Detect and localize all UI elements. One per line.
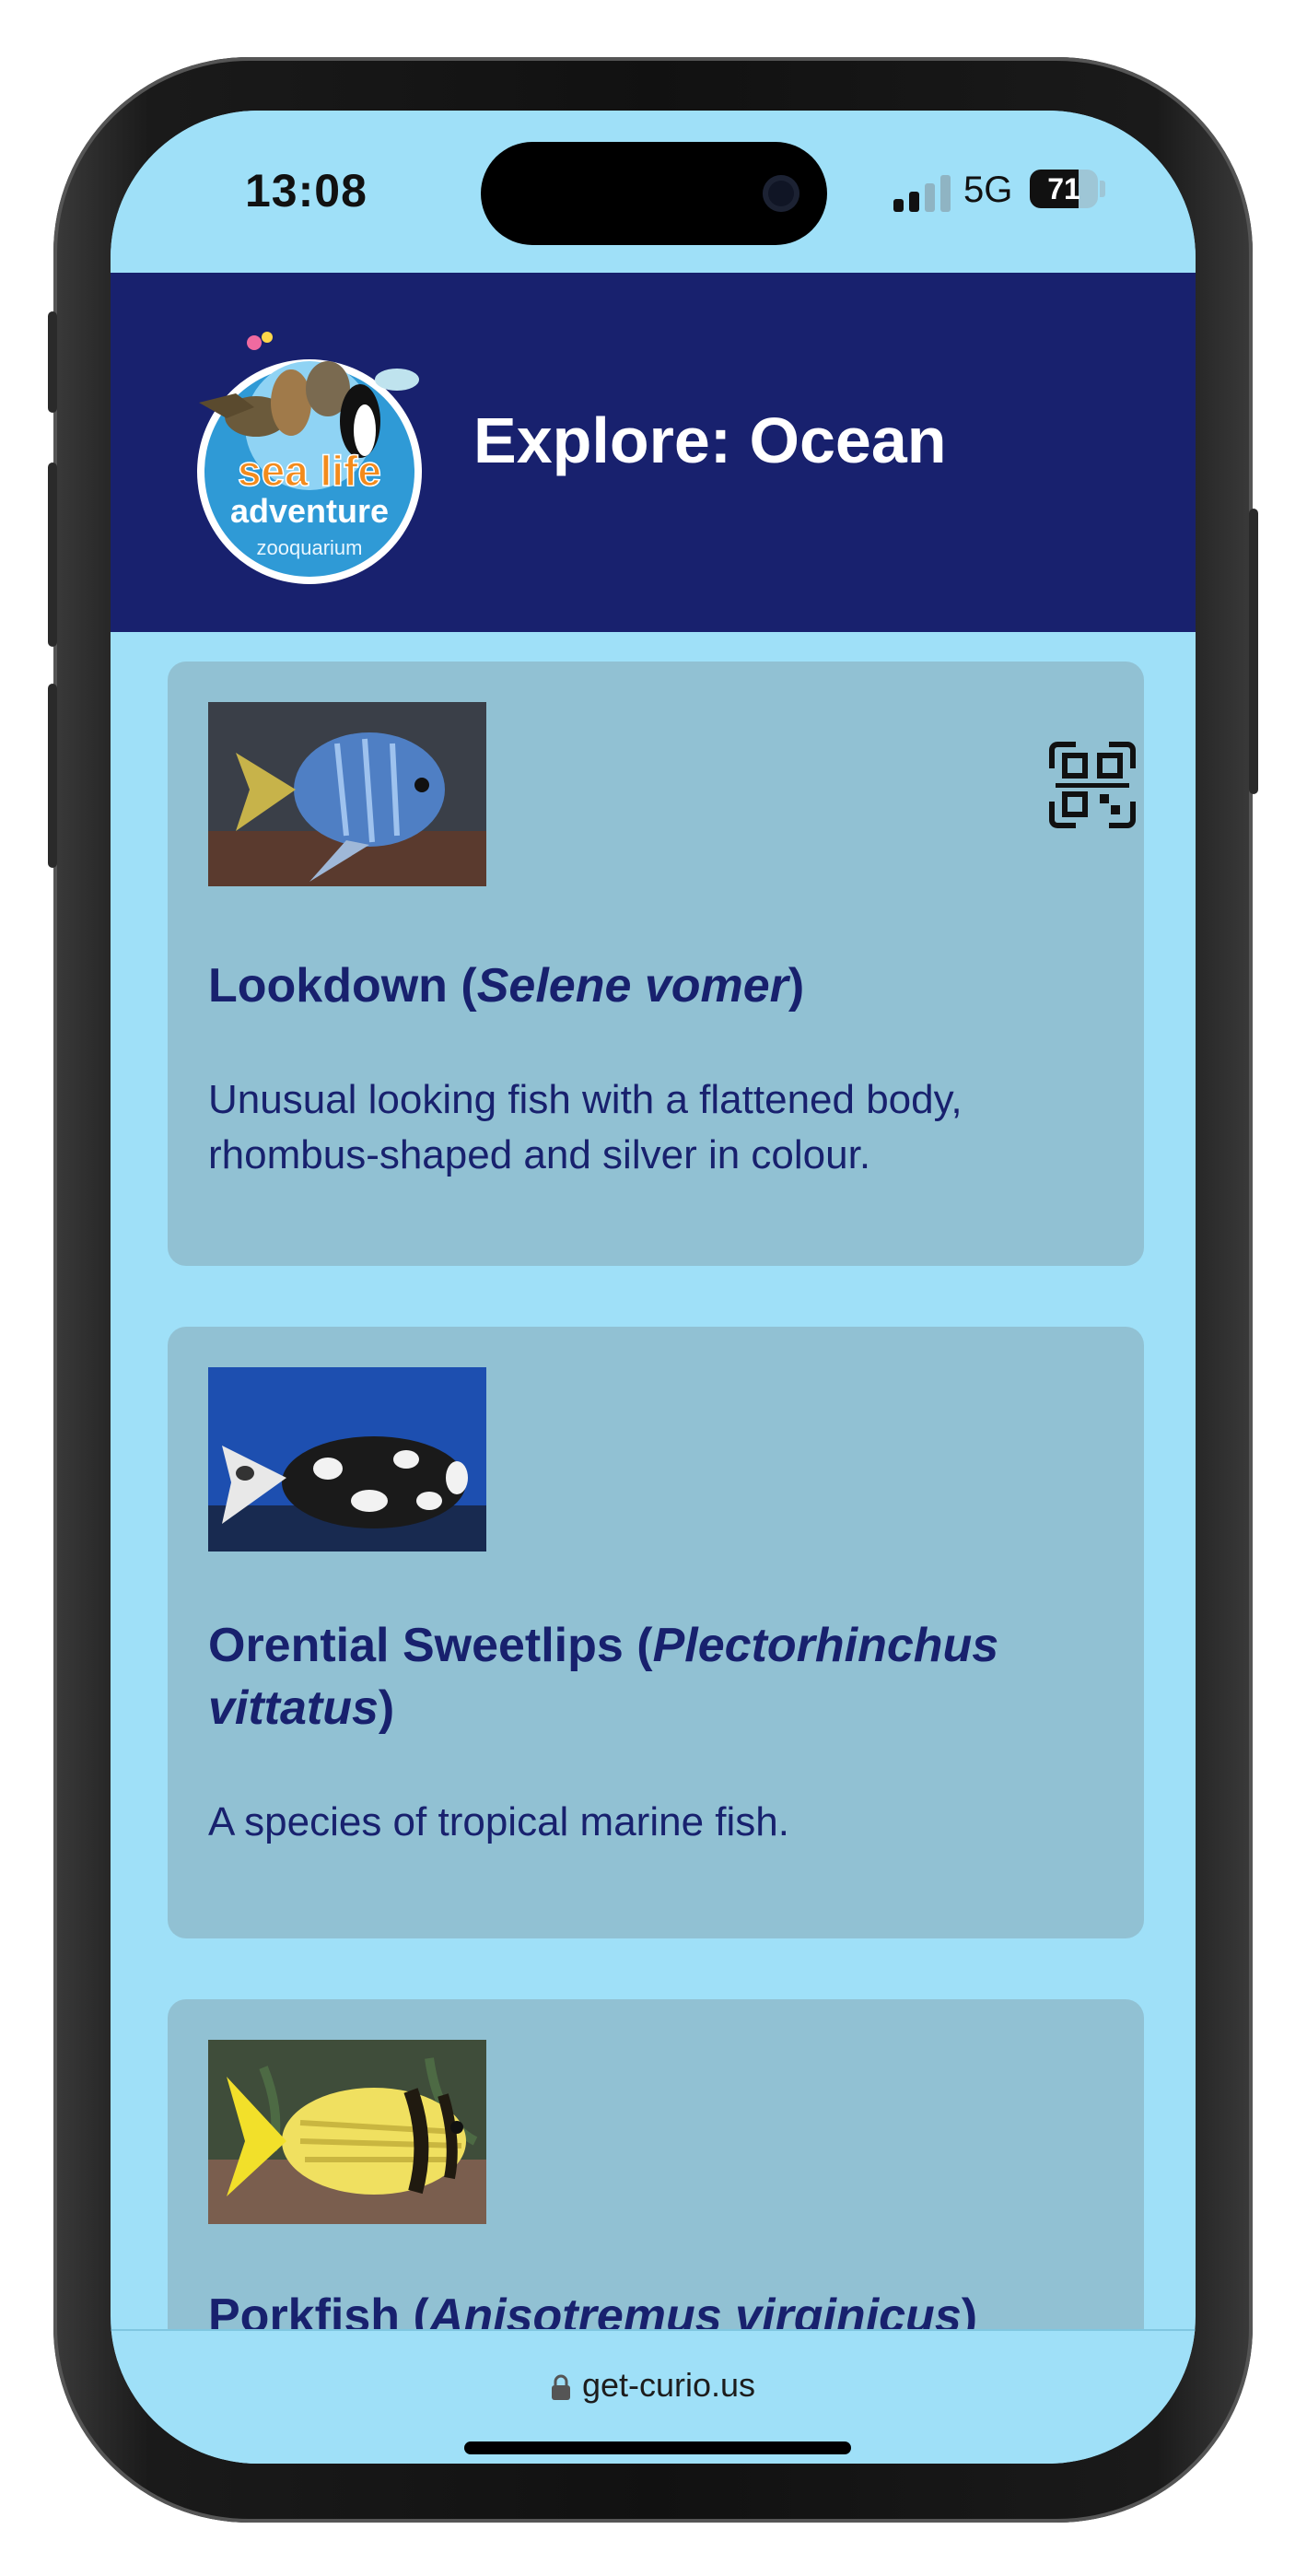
lock-icon [551,2375,570,2401]
svg-text:sea life: sea life [238,447,381,495]
browser-bottom-bar: get-curio.us [111,2329,1196,2464]
exhibit-name: Porkfish (Anisotremus virginicus) [208,2289,978,2329]
url-text: get-curio.us [581,2366,756,2404]
page-header: sea life adventure zooquarium Explore: O… [111,273,1196,632]
lookdown-fish-image [208,702,486,886]
porkfish-image [208,2040,486,2224]
exhibit-description: A species of tropical marine fish. [208,1799,789,1844]
sea-life-adventure-logo[interactable]: sea life adventure zooquarium [171,315,448,591]
action-button [48,311,57,413]
page-title: Explore: Ocean [473,404,947,476]
address-bar[interactable]: get-curio.us [111,2366,1196,2405]
camera-icon [763,175,799,212]
volume-up-button [48,463,57,647]
qr-code-icon[interactable] [1048,741,1137,829]
screen: 13:08 5G 71 sea life adventure zooquariu… [111,111,1196,2464]
signal-icon [893,175,951,212]
network-label: 5G [963,170,1013,210]
exhibit-card-porkfish[interactable]: Porkfish (Anisotremus virginicus) [168,1999,1144,2329]
dynamic-island [481,142,827,245]
battery-icon: 71 [1030,170,1098,208]
volume-down-button [48,684,57,868]
svg-text:zooquarium: zooquarium [257,536,363,559]
exhibit-card-oriental-sweetlips[interactable]: Orential Sweetlips (Plectorhinchus vitta… [168,1327,1144,1938]
exhibit-card-lookdown[interactable]: Lookdown (Selene vomer) Unusual looking … [168,662,1144,1266]
status-bar: 13:08 5G 71 [111,111,1196,273]
battery-tip [1100,181,1105,197]
battery-percent: 71 [1047,172,1080,205]
sweetlips-fish-image [208,1367,486,1551]
exhibit-name: Orential Sweetlips (Plectorhinchus vitta… [208,1619,999,1735]
svg-text:adventure: adventure [230,492,389,530]
power-button [1249,509,1258,794]
exhibit-name: Lookdown (Selene vomer) [208,959,805,1013]
exhibit-description: Unusual looking fish with a flattened bo… [208,1077,963,1177]
status-time: 13:08 [245,165,368,217]
exhibit-list: Lookdown (Selene vomer) Unusual looking … [111,632,1196,2329]
home-indicator[interactable] [464,2441,851,2454]
